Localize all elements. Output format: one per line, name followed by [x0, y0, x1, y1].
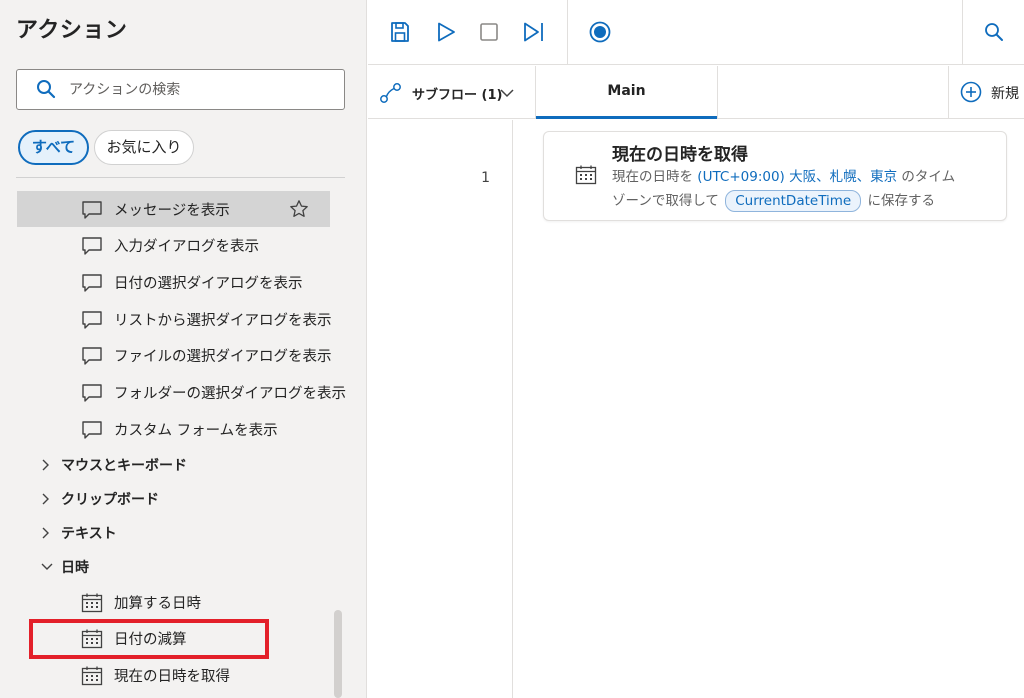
action-item-label: フォルダーの選択ダイアログを表示 [114, 386, 346, 402]
action-item-show-date-dialog[interactable]: 日付の選択ダイアログを表示 [17, 264, 330, 300]
panel-title: アクション [16, 18, 128, 43]
action-search-input[interactable] [69, 79, 329, 101]
line-number: 1 [481, 170, 490, 186]
message-icon [81, 420, 103, 444]
active-tab-indicator [536, 116, 717, 119]
action-item-label: ファイルの選択ダイアログを表示 [114, 349, 332, 365]
chevron-right-icon [40, 457, 50, 476]
step-desc-mid: のタイム [901, 169, 956, 185]
step-description-line2: ゾーンで取得して CurrentDateTime に保存する [612, 189, 935, 212]
search-icon[interactable] [982, 20, 1006, 44]
divider [16, 177, 345, 178]
message-icon [81, 383, 103, 407]
highlight-box [29, 619, 269, 659]
tab-main[interactable]: Main [535, 66, 718, 119]
step-desc-line2-prefix: ゾーンで取得して [612, 193, 719, 209]
flow-step-card[interactable]: 現在の日時を取得 現在の日時を (UTC+09:00) 大阪、札幌、東京 のタイ… [543, 131, 1007, 221]
flow-canvas: 1 現在の日時を取得 現在の日時を (UTC+09:00) 大阪、札幌、東京 の… [368, 120, 1024, 698]
message-icon [81, 236, 103, 260]
step-description-line1: 現在の日時を (UTC+09:00) 大阪、札幌、東京 のタイム [612, 165, 955, 185]
actions-panel: アクション すべて お気に入り メッセージを表示 入力ダイアログを表示 日付の選… [0, 0, 367, 698]
action-item-label: リストから選択ダイアログを表示 [114, 313, 332, 329]
run-icon[interactable] [434, 20, 458, 44]
chevron-down-icon [40, 559, 54, 578]
new-subflow-button[interactable]: 新規 [948, 66, 1024, 118]
action-item-label: 日付の選択ダイアログを表示 [114, 276, 303, 292]
toolbar-divider [567, 0, 568, 64]
action-item-label: カスタム フォームを表示 [114, 423, 278, 439]
designer-toolbar [368, 0, 1024, 65]
tab-main-label: Main [607, 83, 646, 99]
save-icon[interactable] [388, 20, 412, 44]
chevron-right-icon [40, 491, 50, 510]
line-number-gutter: 1 [368, 120, 513, 698]
filter-favorites-button[interactable]: お気に入り [94, 130, 194, 165]
action-item-show-list-dialog[interactable]: リストから選択ダイアログを表示 [17, 301, 332, 337]
action-item-label: 現在の日時を取得 [114, 669, 230, 685]
calendar-icon [81, 666, 103, 690]
chevron-down-icon [499, 85, 515, 104]
record-icon[interactable] [588, 20, 612, 44]
action-item-label: 加算する日時 [114, 596, 201, 612]
run-next-action-icon[interactable] [522, 20, 546, 44]
step-desc-prefix: 現在の日時を [612, 169, 693, 185]
subflow-icon [379, 82, 403, 108]
action-item-show-message[interactable]: メッセージを表示 [17, 191, 330, 227]
step-title: 現在の日時を取得 [612, 145, 748, 165]
calendar-icon [81, 593, 103, 617]
search-icon [36, 79, 56, 103]
chevron-right-icon [40, 525, 50, 544]
filter-all-button[interactable]: すべて [18, 130, 89, 165]
action-item-show-file-dialog[interactable]: ファイルの選択ダイアログを表示 [17, 337, 332, 373]
timezone-value: (UTC+09:00) 大阪、札幌、東京 [697, 169, 898, 185]
message-icon [81, 200, 103, 224]
action-item-show-folder-dialog[interactable]: フォルダーの選択ダイアログを表示 [17, 374, 346, 410]
action-item-get-current-datetime[interactable]: 現在の日時を取得 [17, 657, 330, 693]
stop-icon[interactable] [477, 20, 501, 44]
step-desc-suffix: に保存する [867, 193, 936, 209]
group-label: クリップボード [61, 492, 159, 508]
variable-badge[interactable]: CurrentDateTime [725, 190, 862, 212]
subflows-label: サブフロー (1) [412, 88, 503, 103]
toolbar-divider [962, 0, 963, 64]
calendar-icon [575, 165, 597, 189]
action-item-show-input-dialog[interactable]: 入力ダイアログを表示 [17, 227, 330, 263]
action-item-add-to-datetime[interactable]: 加算する日時 [17, 584, 330, 620]
action-item-label: メッセージを表示 [114, 203, 230, 219]
flow-tabs: サブフロー (1) Main 新規 [368, 66, 1024, 119]
star-icon[interactable] [289, 199, 309, 223]
group-label: テキスト [61, 526, 117, 542]
message-icon [81, 310, 103, 334]
group-label: 日時 [61, 560, 89, 576]
message-icon [81, 346, 103, 370]
action-item-show-custom-form[interactable]: カスタム フォームを表示 [17, 411, 330, 447]
scrollbar-thumb[interactable] [334, 610, 342, 698]
subflows-dropdown[interactable]: サブフロー (1) [368, 66, 535, 118]
group-label: マウスとキーボード [61, 458, 187, 474]
add-circle-icon [960, 81, 982, 107]
action-item-label: 入力ダイアログを表示 [114, 239, 259, 255]
new-subflow-label: 新規 [991, 86, 1019, 102]
message-icon [81, 273, 103, 297]
action-search-box[interactable] [16, 69, 345, 110]
